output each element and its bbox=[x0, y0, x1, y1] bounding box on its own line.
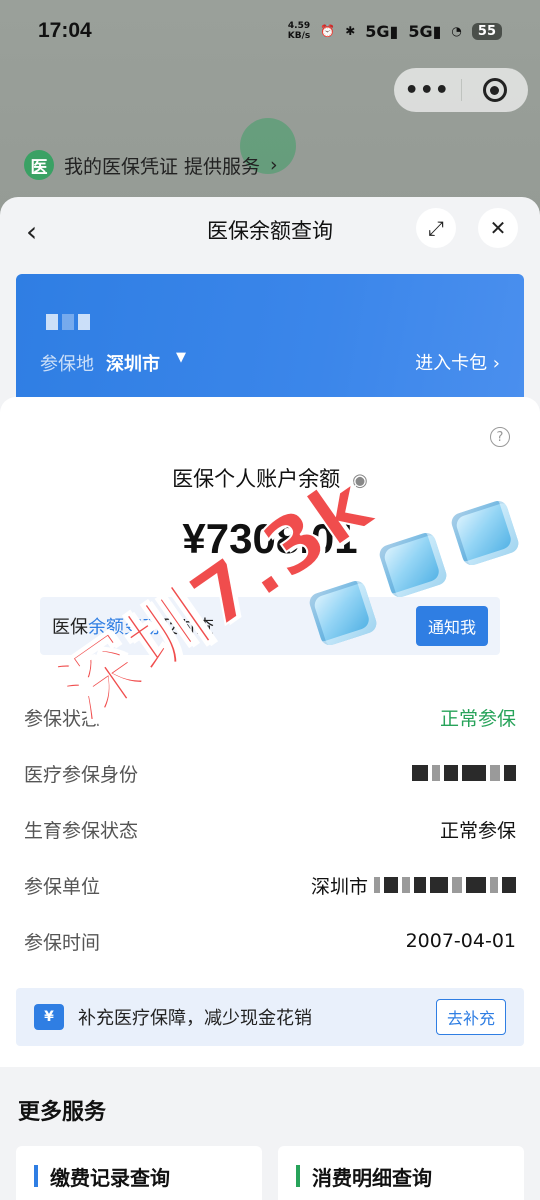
chevron-left-icon[interactable]: ‹ bbox=[26, 215, 37, 248]
net-speed: 4.59 KB/s bbox=[287, 21, 311, 41]
wallet-link[interactable]: 进入卡包 › bbox=[415, 349, 500, 375]
service-spending-details[interactable]: 消费明细查询 bbox=[278, 1146, 524, 1200]
detail-row: 参保单位 深圳市 bbox=[24, 857, 516, 913]
signal-icon-2: 5G▮ bbox=[408, 21, 442, 41]
page-title: 医保余额查询 bbox=[207, 219, 333, 243]
chevron-right-icon: › bbox=[270, 154, 278, 176]
detail-row: 医疗参保身份 bbox=[24, 745, 516, 801]
detail-row: 参保时间 2007-04-01 bbox=[24, 930, 516, 954]
accent-bar bbox=[34, 1165, 38, 1187]
status-time: 17:04 bbox=[38, 19, 92, 42]
more-services-title: 更多服务 bbox=[18, 1100, 107, 1125]
accent-bar bbox=[296, 1165, 300, 1187]
exit-button[interactable] bbox=[462, 78, 529, 102]
signal-icon: 5G▮ bbox=[365, 21, 399, 41]
bluetooth-icon: ✱ bbox=[345, 24, 356, 38]
expand-button[interactable]: ⤢ bbox=[416, 208, 456, 248]
caret-down-icon[interactable]: ▼ bbox=[176, 350, 186, 365]
location-city[interactable]: 深圳市 bbox=[106, 350, 160, 376]
detail-row: 生育参保状态 正常参保 bbox=[24, 819, 516, 842]
masked-name bbox=[46, 314, 90, 330]
masked-value bbox=[374, 877, 516, 893]
close-button[interactable]: ✕ bbox=[478, 208, 518, 248]
promo-text: 补充医疗保障，减少现金花销 bbox=[78, 1008, 312, 1029]
miniprogram-capsule: ••• bbox=[394, 68, 528, 112]
insurance-card: 参保地 深圳市 ▼ 进入卡包 › bbox=[16, 274, 524, 404]
target-ring-icon bbox=[482, 78, 507, 102]
status-bar: 17:04 4.59 KB/s ⏰ ✱ 5G▮ 5G▮ ◔ 55 bbox=[0, 0, 540, 62]
more-dots-icon[interactable]: ••• bbox=[394, 78, 461, 103]
yuan-card-icon: ¥ bbox=[34, 1004, 64, 1030]
sheet-header: ‹ 医保余额查询 ⤢ ✕ bbox=[0, 197, 540, 263]
credential-text: 我的医保凭证 提供服务 bbox=[64, 155, 261, 178]
supplement-button[interactable]: 去补充 bbox=[435, 999, 506, 1035]
battery-icon: 55 bbox=[471, 22, 502, 40]
wifi-icon: ◔ bbox=[451, 24, 462, 38]
notify-me-button[interactable]: 通知我 bbox=[415, 606, 488, 646]
supplement-banner: ¥ 补充医疗保障，减少现金花销 去补充 bbox=[16, 988, 524, 1046]
status-icons: 4.59 KB/s ⏰ ✱ 5G▮ 5G▮ ◔ 55 bbox=[288, 21, 502, 41]
medical-badge-icon: 医 bbox=[24, 150, 54, 180]
credential-link[interactable]: 医 我的医保凭证 提供服务 › bbox=[24, 150, 278, 180]
close-icon: ✕ bbox=[489, 216, 507, 240]
alarm-icon: ⏰ bbox=[320, 24, 336, 38]
service-payment-records[interactable]: 缴费记录查询 bbox=[16, 1146, 262, 1200]
expand-arrows-icon: ⤢ bbox=[428, 216, 444, 240]
help-icon[interactable]: ? bbox=[490, 427, 510, 447]
masked-value bbox=[412, 765, 516, 781]
location-label: 参保地 bbox=[40, 354, 94, 375]
